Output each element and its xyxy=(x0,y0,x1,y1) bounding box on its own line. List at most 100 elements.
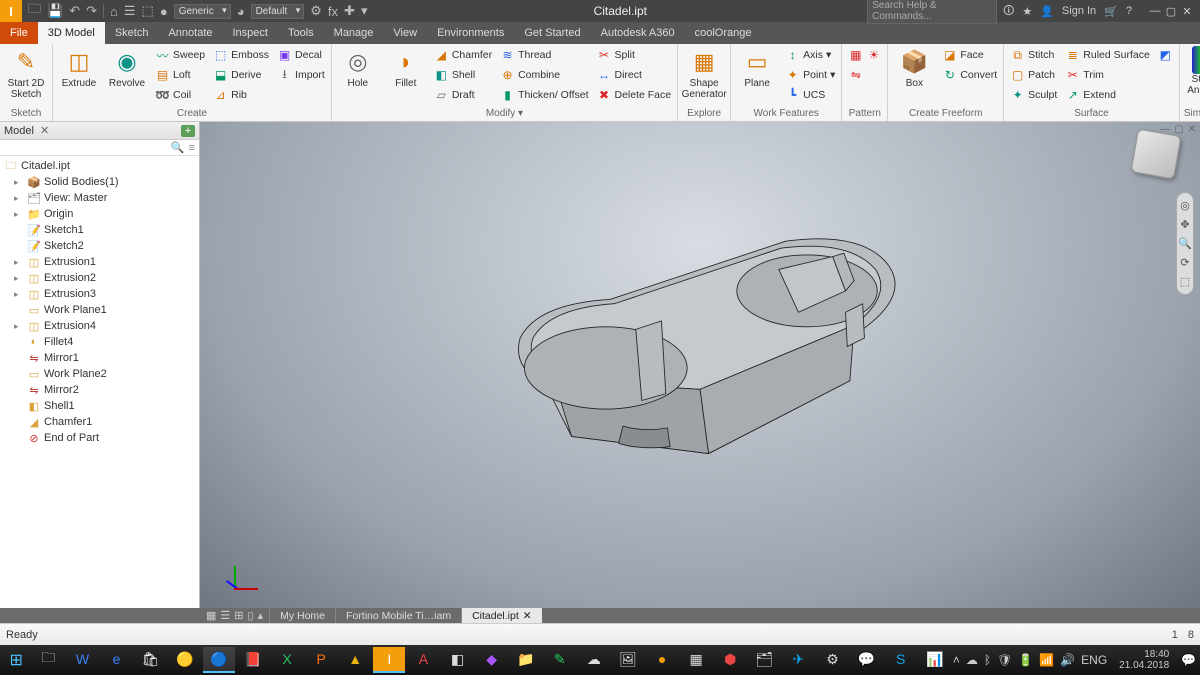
task-inventor[interactable]: I xyxy=(373,647,405,673)
tree-item[interactable]: ▭Work Plane1 xyxy=(0,302,199,318)
tray-notifications-icon[interactable]: 💬 xyxy=(1181,653,1196,667)
tab-my-home[interactable]: My Home xyxy=(269,608,335,623)
task-app13[interactable]: ⚙ xyxy=(816,647,848,673)
direct-button[interactable]: ↔Direct xyxy=(595,66,674,84)
tab-manage[interactable]: Manage xyxy=(324,22,384,44)
tree-item[interactable]: ▸◫Extrusion2 xyxy=(0,270,199,286)
qat-icon[interactable]: ⌂ xyxy=(110,4,118,19)
tree-item[interactable]: ◐Fillet4 xyxy=(0,334,199,350)
pan-icon[interactable]: ✥ xyxy=(1180,218,1189,231)
coil-button[interactable]: ➿Coil xyxy=(153,86,207,104)
tree-item[interactable]: ⇋Mirror1 xyxy=(0,350,199,366)
hole-button[interactable]: ◎Hole xyxy=(336,46,380,104)
browser-add-icon[interactable]: + xyxy=(181,125,195,137)
tab-a360[interactable]: Autodesk A360 xyxy=(591,22,685,44)
tab-tools[interactable]: Tools xyxy=(278,22,324,44)
tree-item[interactable]: ▸📦Solid Bodies(1) xyxy=(0,174,199,190)
combine-button[interactable]: ⊕Combine xyxy=(498,66,590,84)
face-button[interactable]: ◪Face xyxy=(940,46,999,64)
loft-button[interactable]: ▤Loft xyxy=(153,66,207,84)
task-app5[interactable]: ✎ xyxy=(544,647,576,673)
system-tray[interactable]: ˄ ☁ ᛒ 🛡 🔋 📶 🔊 ENG 18:4021.04.2018 💬 xyxy=(953,649,1198,671)
axis-button[interactable]: ↕Axis ▾ xyxy=(783,46,837,64)
tree-item[interactable]: ⇋Mirror2 xyxy=(0,382,199,398)
info-icon[interactable]: 🛈 xyxy=(1003,2,1014,21)
tab-inspect[interactable]: Inspect xyxy=(223,22,278,44)
point-button[interactable]: ✦Point ▾ xyxy=(783,66,837,84)
tray-wifi-icon[interactable]: 📶 xyxy=(1039,653,1054,667)
zoom-icon[interactable]: 🔍 xyxy=(1178,237,1192,250)
browser-close-icon[interactable]: ✕ xyxy=(40,124,49,137)
tree-item[interactable]: ▸◫Extrusion1 xyxy=(0,254,199,270)
tab-environments[interactable]: Environments xyxy=(427,22,514,44)
thicken-button[interactable]: ▮Thicken/ Offset xyxy=(498,86,590,104)
task-app3[interactable]: ◆ xyxy=(476,647,508,673)
derive-button[interactable]: ⬓Derive xyxy=(211,66,271,84)
tray-bt-icon[interactable]: ᛒ xyxy=(984,653,991,667)
appearance-dropdown[interactable]: Default xyxy=(251,4,305,19)
fillet-button[interactable]: ◗Fillet xyxy=(384,46,428,104)
tray-clock[interactable]: 18:4021.04.2018 xyxy=(1113,649,1175,671)
tray-chevron-icon[interactable]: ˄ xyxy=(953,653,960,667)
task-explorer[interactable]: 🗀 xyxy=(32,647,64,673)
task-ppt[interactable]: P xyxy=(305,647,337,673)
shape-generator-button[interactable]: ▦Shape Generator xyxy=(682,46,726,100)
viewcube[interactable] xyxy=(1131,129,1182,180)
task-app8[interactable]: ● xyxy=(646,647,678,673)
stress-analysis-button[interactable]: Stress Analysis xyxy=(1184,46,1200,96)
search-icon[interactable]: 🔍 xyxy=(171,141,185,154)
start-button[interactable]: ⊞ xyxy=(2,646,30,674)
draft-button[interactable]: ▱Draft xyxy=(432,86,494,104)
tray-lang[interactable]: ENG xyxy=(1081,653,1107,667)
tab-file[interactable]: File xyxy=(0,22,38,44)
decal-button[interactable]: ▣Decal xyxy=(275,46,327,64)
user-icon[interactable]: 👤 xyxy=(1040,5,1054,18)
tree-item[interactable]: ◢Chamfer1 xyxy=(0,414,199,430)
navigation-bar[interactable]: ◎✥🔍⟳⬚ xyxy=(1176,192,1194,295)
mdi-max-icon[interactable]: ▢ xyxy=(1174,124,1183,135)
thread-button[interactable]: ≋Thread xyxy=(498,46,590,64)
browser-toolbar[interactable]: 🔍≡ xyxy=(0,140,199,156)
star-icon[interactable]: ★ xyxy=(1022,5,1032,18)
rect-pattern-button[interactable]: ▦☀ xyxy=(846,46,883,64)
lookat-icon[interactable]: ⬚ xyxy=(1180,275,1190,288)
3d-viewport[interactable]: —▢✕ ◎✥🔍⟳⬚ xyxy=(200,122,1200,608)
task-app14[interactable]: 📊 xyxy=(919,647,951,673)
redo-icon[interactable]: ↷ xyxy=(86,3,97,19)
task-app2[interactable]: ◧ xyxy=(441,647,473,673)
save-icon[interactable]: 💾 xyxy=(47,3,63,19)
tree-item[interactable]: ▭Work Plane2 xyxy=(0,366,199,382)
tab-get-started[interactable]: Get Started xyxy=(514,22,590,44)
qat-icon[interactable]: ☰ xyxy=(124,3,136,19)
plane-button[interactable]: ▭Plane xyxy=(735,46,779,104)
view-buttons[interactable]: ▦☰⊞▯▴ xyxy=(200,609,269,622)
windows-taskbar[interactable]: ⊞ 🗀 W e 🛍 🟡 🔵 📕 X P ▲ I A ◧ ◆ 📁 ✎ ☁ 🖼 ● … xyxy=(0,645,1200,675)
undo-icon[interactable]: ↶ xyxy=(69,3,80,19)
extend-button[interactable]: ↗Extend xyxy=(1063,86,1152,104)
tab-assembly[interactable]: Fortino Mobile Ti…iam xyxy=(335,608,461,623)
shell-button[interactable]: ◧Shell xyxy=(432,66,494,84)
tree-item[interactable]: ▸◫Extrusion3 xyxy=(0,286,199,302)
sculpt-button[interactable]: ✦Sculpt xyxy=(1008,86,1059,104)
emboss-button[interactable]: ⬚Emboss xyxy=(211,46,271,64)
mdi-close-icon[interactable]: ✕ xyxy=(1188,124,1196,135)
tab-citadel[interactable]: Citadel.ipt✕ xyxy=(461,608,542,623)
task-app4[interactable]: 📁 xyxy=(510,647,542,673)
orbit-icon[interactable]: ⟳ xyxy=(1180,256,1189,269)
task-app9[interactable]: ▦ xyxy=(680,647,712,673)
task-whatsapp[interactable]: 💬 xyxy=(851,647,883,673)
task-app7[interactable]: 🖼 xyxy=(612,647,644,673)
ruled-button[interactable]: ≣Ruled Surface xyxy=(1063,46,1152,64)
delete-face-button[interactable]: ✖Delete Face xyxy=(595,86,674,104)
start-2d-sketch-button[interactable]: ✎Start 2D Sketch xyxy=(4,46,48,100)
ucs-button[interactable]: ┗UCS xyxy=(783,86,837,104)
tree-item[interactable]: ▸🗂View: Master xyxy=(0,190,199,206)
rib-button[interactable]: ⊿Rib xyxy=(211,86,271,104)
task-app11[interactable]: 🗂 xyxy=(748,647,780,673)
sign-in-link[interactable]: Sign In xyxy=(1062,5,1096,17)
menu-icon[interactable]: ≡ xyxy=(189,142,195,154)
qat-icon[interactable]: ⬚ xyxy=(142,3,154,19)
tab-close-icon[interactable]: ✕ xyxy=(523,610,532,622)
tab-sketch[interactable]: Sketch xyxy=(105,22,159,44)
task-skype[interactable]: S xyxy=(885,647,917,673)
